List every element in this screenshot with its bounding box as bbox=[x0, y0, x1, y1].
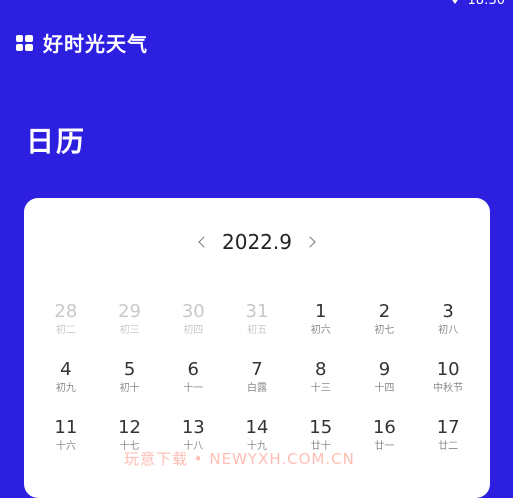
status-bar: 18:30 bbox=[449, 0, 505, 8]
month-label: 2022.9 bbox=[222, 230, 292, 254]
lunar-date: 十一 bbox=[183, 383, 204, 394]
calendar-day-cell[interactable]: 9 十四 bbox=[353, 359, 417, 417]
day-number: 7 bbox=[251, 359, 263, 380]
calendar-day-cell[interactable]: 28 初二 bbox=[34, 301, 98, 359]
day-number: 4 bbox=[60, 359, 72, 380]
lunar-date: 初八 bbox=[438, 325, 459, 336]
lunar-date: 廿二 bbox=[438, 441, 459, 452]
day-number: 15 bbox=[309, 417, 333, 438]
calendar-day-cell[interactable]: 5 初十 bbox=[98, 359, 162, 417]
day-number: 10 bbox=[436, 359, 460, 380]
day-number: 31 bbox=[245, 301, 269, 322]
calendar-day-cell[interactable]: 29 初三 bbox=[98, 301, 162, 359]
lunar-date: 初六 bbox=[310, 325, 331, 336]
day-number: 5 bbox=[123, 359, 136, 380]
wifi-icon bbox=[449, 0, 460, 4]
lunar-date: 白露 bbox=[246, 383, 267, 394]
day-number: 30 bbox=[181, 301, 205, 322]
day-number: 29 bbox=[118, 301, 142, 322]
calendar-day-cell[interactable]: 30 初四 bbox=[161, 301, 225, 359]
lunar-date: 初九 bbox=[55, 383, 76, 394]
day-number: 28 bbox=[54, 301, 78, 322]
day-number: 13 bbox=[181, 417, 205, 438]
calendar-day-cell[interactable]: 16 廿一 bbox=[353, 417, 417, 475]
day-number: 1 bbox=[314, 301, 327, 322]
prev-month-icon[interactable] bbox=[198, 236, 210, 248]
lunar-date: 初十 bbox=[119, 383, 140, 394]
calendar-day-cell[interactable]: 4 初九 bbox=[34, 359, 98, 417]
calendar-day-cell[interactable]: 17 廿二 bbox=[416, 417, 480, 475]
lunar-date: 十六 bbox=[55, 441, 76, 452]
lunar-date: 中秋节 bbox=[433, 383, 464, 394]
day-number: 14 bbox=[245, 417, 269, 438]
lunar-date: 十四 bbox=[374, 383, 395, 394]
status-time: 18:30 bbox=[467, 0, 505, 8]
calendar-day-cell[interactable]: 3 初八 bbox=[416, 301, 480, 359]
calendar-day-cell[interactable]: 7 白露 bbox=[225, 359, 289, 417]
calendar-day-cell[interactable]: 1 初六 bbox=[289, 301, 353, 359]
next-month-icon[interactable] bbox=[304, 236, 316, 248]
app-header: 好时光天气 bbox=[16, 28, 148, 57]
lunar-date: 初七 bbox=[374, 325, 395, 336]
day-number: 2 bbox=[378, 301, 391, 322]
lunar-date: 初三 bbox=[119, 325, 140, 336]
calendar-day-cell[interactable]: 11 十六 bbox=[34, 417, 98, 475]
watermark: 玩意下载 • NEWYXH.COM.CN bbox=[124, 450, 355, 468]
day-number: 3 bbox=[442, 301, 454, 322]
page-title: 日历 bbox=[26, 125, 87, 158]
day-number: 9 bbox=[378, 359, 391, 380]
calendar-day-cell[interactable]: 6 十一 bbox=[161, 359, 225, 417]
lunar-date: 初五 bbox=[246, 325, 267, 336]
day-number: 16 bbox=[372, 417, 396, 438]
app-title: 好时光天气 bbox=[43, 32, 148, 56]
grid-menu-icon[interactable] bbox=[16, 34, 34, 51]
calendar-day-cell[interactable]: 10 中秋节 bbox=[416, 359, 480, 417]
calendar-day-cell[interactable]: 31 初五 bbox=[225, 301, 289, 359]
calendar-day-cell[interactable]: 8 十三 bbox=[289, 359, 353, 417]
day-number: 11 bbox=[54, 417, 78, 438]
day-number: 8 bbox=[314, 359, 327, 380]
lunar-date: 初四 bbox=[183, 325, 204, 336]
lunar-date: 廿一 bbox=[374, 441, 395, 452]
lunar-date: 初二 bbox=[55, 325, 76, 336]
day-number: 17 bbox=[436, 417, 460, 438]
month-nav: 2022.9 bbox=[24, 230, 490, 254]
day-number: 12 bbox=[118, 417, 142, 438]
day-number: 6 bbox=[187, 359, 199, 380]
lunar-date: 十三 bbox=[310, 383, 331, 394]
calendar-day-cell[interactable]: 2 初七 bbox=[353, 301, 417, 359]
